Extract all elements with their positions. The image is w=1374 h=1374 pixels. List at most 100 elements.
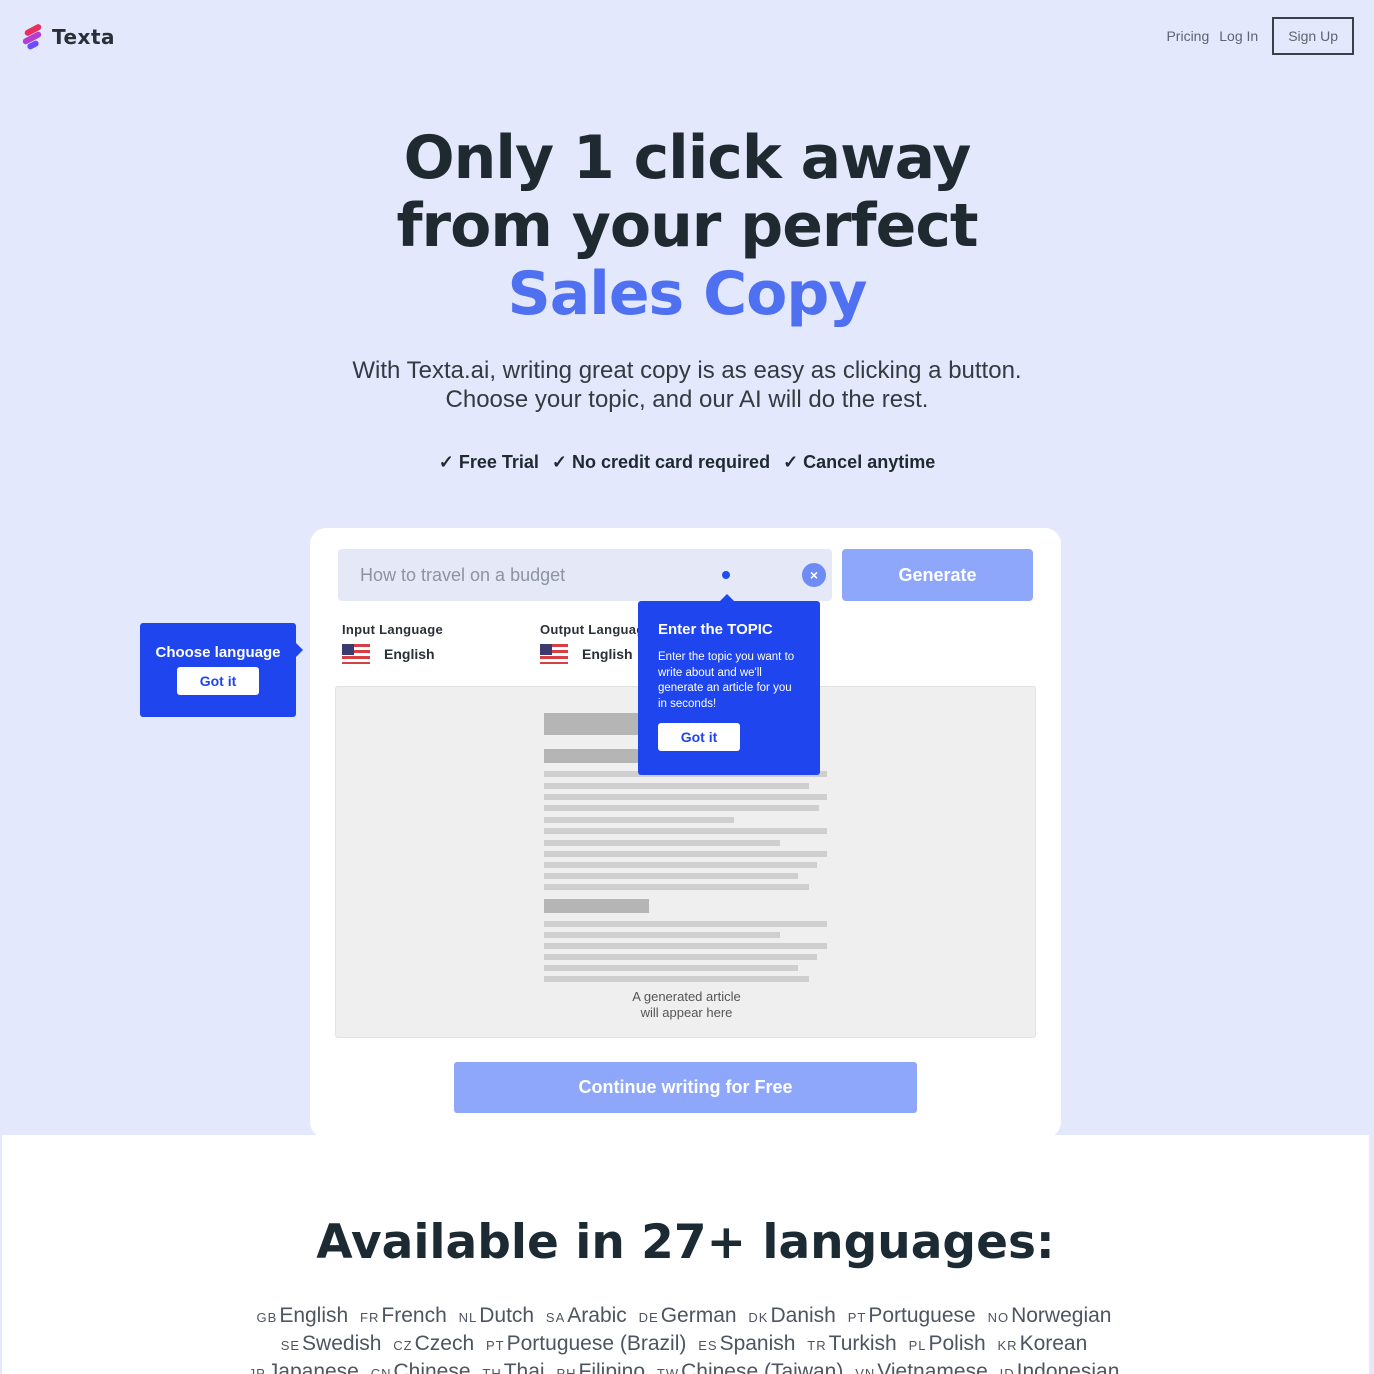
language-name: Spanish xyxy=(719,1332,796,1355)
preview-line xyxy=(544,932,780,938)
subline-line-1: With Texta.ai, writing great copy is as … xyxy=(352,357,1022,384)
language-code: PT xyxy=(847,1310,867,1325)
language-code: TR xyxy=(807,1338,827,1353)
language-name: Portuguese (Brazil) xyxy=(506,1332,687,1355)
input-language-label: Input Language xyxy=(342,622,443,637)
language-name: German xyxy=(660,1304,737,1327)
preview-line xyxy=(544,828,827,834)
enter-topic-tooltip-title: Enter the TOPIC xyxy=(658,621,773,638)
language-code: NL xyxy=(458,1310,478,1325)
enter-topic-tooltip: Enter the TOPIC Enter the topic you want… xyxy=(638,594,820,775)
preview-line xyxy=(544,840,780,846)
language-item: JPJapanese xyxy=(249,1360,359,1374)
language-code: FR xyxy=(360,1310,380,1325)
language-code: SE xyxy=(280,1338,301,1353)
clear-input-icon[interactable]: × xyxy=(802,563,826,587)
language-name: Vietnamese xyxy=(877,1360,988,1374)
texta-logo[interactable]: Texta xyxy=(21,23,115,51)
language-name: Portuguese xyxy=(868,1304,976,1327)
language-item: SESwedish xyxy=(281,1332,382,1355)
us-flag-icon xyxy=(342,644,370,664)
language-item: PTPortuguese (Brazil) xyxy=(486,1332,686,1355)
headline-accent: Sales Copy xyxy=(507,259,868,329)
topic-input[interactable]: How to travel on a budget × xyxy=(338,549,832,601)
preview-line xyxy=(544,862,817,868)
nav-login-link[interactable]: Log In xyxy=(1219,28,1258,44)
language-item: PLPolish xyxy=(909,1332,986,1355)
headline-line-2: from your perfect xyxy=(396,191,978,261)
language-item: NONorwegian xyxy=(988,1304,1112,1327)
preview-line xyxy=(544,976,809,982)
output-language-selector[interactable]: Output Language English xyxy=(540,622,652,664)
input-language-selector[interactable]: Input Language English xyxy=(342,622,443,664)
preview-line xyxy=(544,921,827,927)
language-item: TWChinese (Taiwan) xyxy=(657,1360,843,1374)
language-item: SAArabic xyxy=(546,1304,627,1327)
headline-line-1: Only 1 click away xyxy=(403,123,972,193)
enter-topic-got-it-button[interactable]: Got it xyxy=(658,723,740,751)
language-name: Polish xyxy=(928,1332,986,1355)
hero-headline: Only 1 click away from your perfect Sale… xyxy=(0,124,1374,328)
choose-language-tooltip-title: Choose language xyxy=(155,644,281,661)
preview-line xyxy=(544,884,809,890)
language-item: KRKorean xyxy=(998,1332,1088,1355)
choose-language-tooltip: Choose language Got it xyxy=(140,623,303,717)
language-item: DEGerman xyxy=(639,1304,737,1327)
language-name: Czech xyxy=(414,1332,475,1355)
enter-topic-tooltip-description: Enter the topic you want to write about … xyxy=(658,651,795,710)
preview-line xyxy=(544,873,798,879)
generate-button[interactable]: Generate xyxy=(842,549,1033,601)
language-name: Swedish xyxy=(302,1332,382,1355)
top-nav: Pricing Log In Sign Up xyxy=(1166,17,1354,55)
subline-line-2: Choose your topic, and our AI will do th… xyxy=(445,386,929,413)
language-code: CN xyxy=(370,1366,392,1374)
preview-line xyxy=(544,954,817,960)
language-item: NLDutch xyxy=(459,1304,534,1327)
logo-mark-icon xyxy=(21,23,44,51)
language-code: CZ xyxy=(393,1338,413,1353)
signup-button[interactable]: Sign Up xyxy=(1272,17,1354,55)
language-code: PL xyxy=(908,1338,927,1353)
preview-line xyxy=(544,783,809,789)
preview-line xyxy=(544,943,827,949)
language-name: Thai xyxy=(503,1360,545,1374)
language-item: PHFilipino xyxy=(556,1360,645,1374)
language-item: PTPortuguese xyxy=(848,1304,976,1327)
language-code: VN xyxy=(855,1366,876,1374)
preview-heading-placeholder xyxy=(544,749,644,763)
continue-writing-button[interactable]: Continue writing for Free xyxy=(454,1062,917,1113)
language-name: Japanese xyxy=(267,1360,359,1374)
language-name: Arabic xyxy=(567,1304,627,1327)
nav-pricing-link[interactable]: Pricing xyxy=(1166,28,1209,44)
language-item: CZCzech xyxy=(393,1332,474,1355)
output-language-label: Output Language xyxy=(540,622,653,637)
preview-caption-line-1: A generated article xyxy=(632,989,741,1004)
languages-section: Available in 27+ languages: GBEnglish FR… xyxy=(2,1135,1369,1374)
topic-input-placeholder: How to travel on a budget xyxy=(360,564,566,585)
language-code: DE xyxy=(638,1310,659,1325)
language-item: CNChinese xyxy=(371,1360,471,1374)
language-name: Filipino xyxy=(578,1360,646,1374)
language-code: DK xyxy=(748,1310,769,1325)
language-code: TH xyxy=(482,1366,502,1374)
perk-cancel-anytime: ✓ Cancel anytime xyxy=(783,452,936,472)
preview-line xyxy=(544,817,734,823)
tooltip-anchor-dot-icon xyxy=(722,571,730,579)
language-code: GB xyxy=(256,1310,278,1325)
language-item: FRFrench xyxy=(360,1304,447,1327)
language-name: Norwegian xyxy=(1011,1304,1112,1327)
languages-list: GBEnglish FRFrench NLDutch SAArabic DEGe… xyxy=(247,1303,1127,1374)
language-code: JP xyxy=(248,1366,266,1374)
language-item: GBEnglish xyxy=(257,1304,349,1327)
language-name: French xyxy=(381,1304,447,1327)
language-name: Korean xyxy=(1019,1332,1088,1355)
hero-subline: With Texta.ai, writing great copy is as … xyxy=(0,356,1374,414)
language-item: VNVietnamese xyxy=(855,1360,988,1374)
language-name: English xyxy=(279,1304,349,1327)
language-item: ESSpanish xyxy=(698,1332,795,1355)
language-name: Dutch xyxy=(479,1304,535,1327)
language-item: IDIndonesian xyxy=(1000,1360,1120,1374)
language-name: Turkish xyxy=(828,1332,897,1355)
language-item: TRTurkish xyxy=(807,1332,896,1355)
choose-language-got-it-button[interactable]: Got it xyxy=(177,667,259,695)
